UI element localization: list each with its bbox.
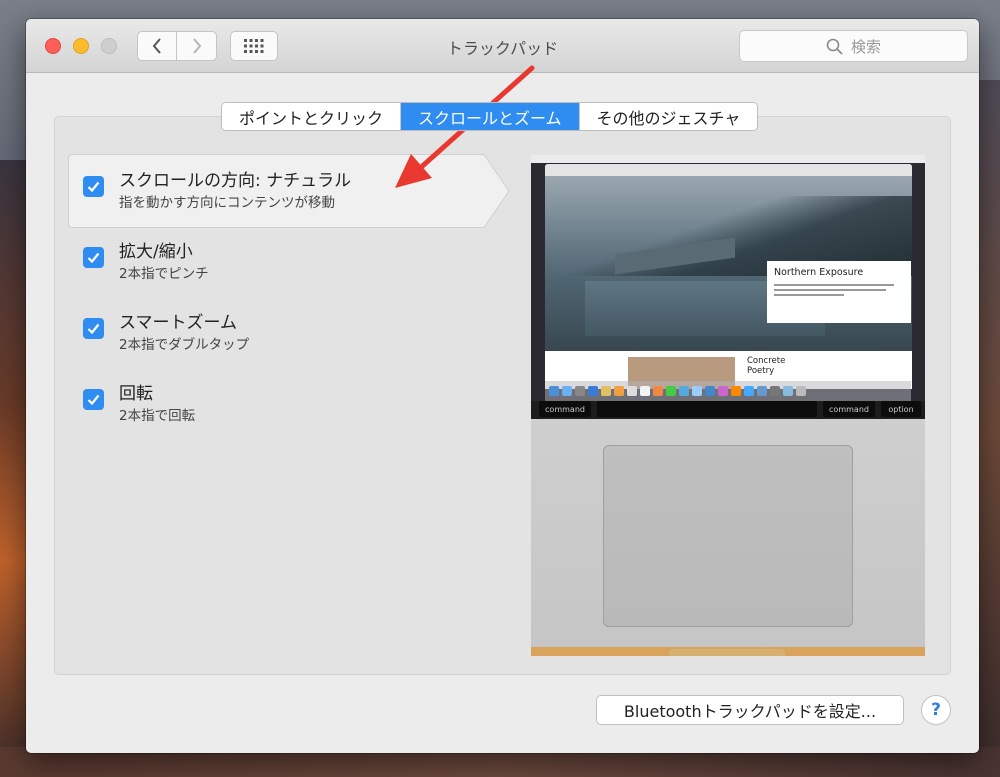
option-description: 2本指でダブルタップ <box>119 337 250 353</box>
key-space <box>597 401 817 417</box>
search-placeholder: 検索 <box>850 37 881 56</box>
option-description: 2本指でピンチ <box>119 266 209 282</box>
preview-article-card: Northern Exposure <box>767 261 911 323</box>
tab-scroll-and-zoom[interactable]: スクロールとズーム <box>400 103 579 130</box>
preview-screen: Northern Exposure Concrete Poetry <box>531 155 925 401</box>
preview-card-text <box>774 284 904 296</box>
tab-point-and-click[interactable]: ポイントとクリック <box>222 103 401 130</box>
titlebar: トラックパッド 検索 <box>26 19 979 73</box>
option-description: 2本指で回転 <box>119 408 196 424</box>
checkbox[interactable] <box>83 247 104 268</box>
gesture-preview-video: Northern Exposure Concrete Poetry comman… <box>531 155 925 656</box>
preview-notch <box>669 649 785 656</box>
option-description: 指を動かす方向にコンテンツが移動 <box>119 195 335 211</box>
checkbox[interactable] <box>83 389 104 410</box>
preview-dock <box>545 381 911 401</box>
option-label: スマートズーム <box>119 313 237 333</box>
search-field[interactable]: 検索 <box>739 30 968 62</box>
search-icon <box>826 38 843 55</box>
checkmark-icon <box>87 323 100 334</box>
key-option: option <box>881 401 921 417</box>
checkmark-icon <box>87 394 100 405</box>
preview-browser-toolbar <box>545 164 912 176</box>
key-command-left: command <box>539 401 591 417</box>
preferences-window: トラックパッド 検索 ポイントとクリック スクロールとズーム その他のジェスチャ… <box>26 19 979 753</box>
checkmark-icon <box>87 252 100 263</box>
tab-bar: ポイントとクリック スクロールとズーム その他のジェスチャ <box>221 102 759 131</box>
tab-more-gestures[interactable]: その他のジェスチャ <box>578 103 758 130</box>
preview-palmrest <box>531 419 925 656</box>
option-label: 拡大/縮小 <box>119 242 193 262</box>
preview-card2-title: Concrete Poetry <box>747 356 786 376</box>
help-button[interactable]: ? <box>921 695 951 725</box>
option-label: 回転 <box>119 384 153 404</box>
preview-keyboard: command command option <box>531 401 925 419</box>
checkbox[interactable] <box>83 318 104 339</box>
key-command-right: command <box>823 401 875 417</box>
preview-card-title: Northern Exposure <box>774 267 864 278</box>
preview-trackpad <box>603 445 853 627</box>
setup-bluetooth-trackpad-button[interactable]: Bluetoothトラックパッドを設定... <box>596 695 904 725</box>
preview-browser: Northern Exposure Concrete Poetry <box>545 164 912 389</box>
option-label: スクロールの方向: ナチュラル <box>119 171 352 191</box>
checkmark-icon <box>87 181 100 192</box>
checkbox[interactable] <box>83 176 104 197</box>
preview-menubar <box>531 155 925 163</box>
